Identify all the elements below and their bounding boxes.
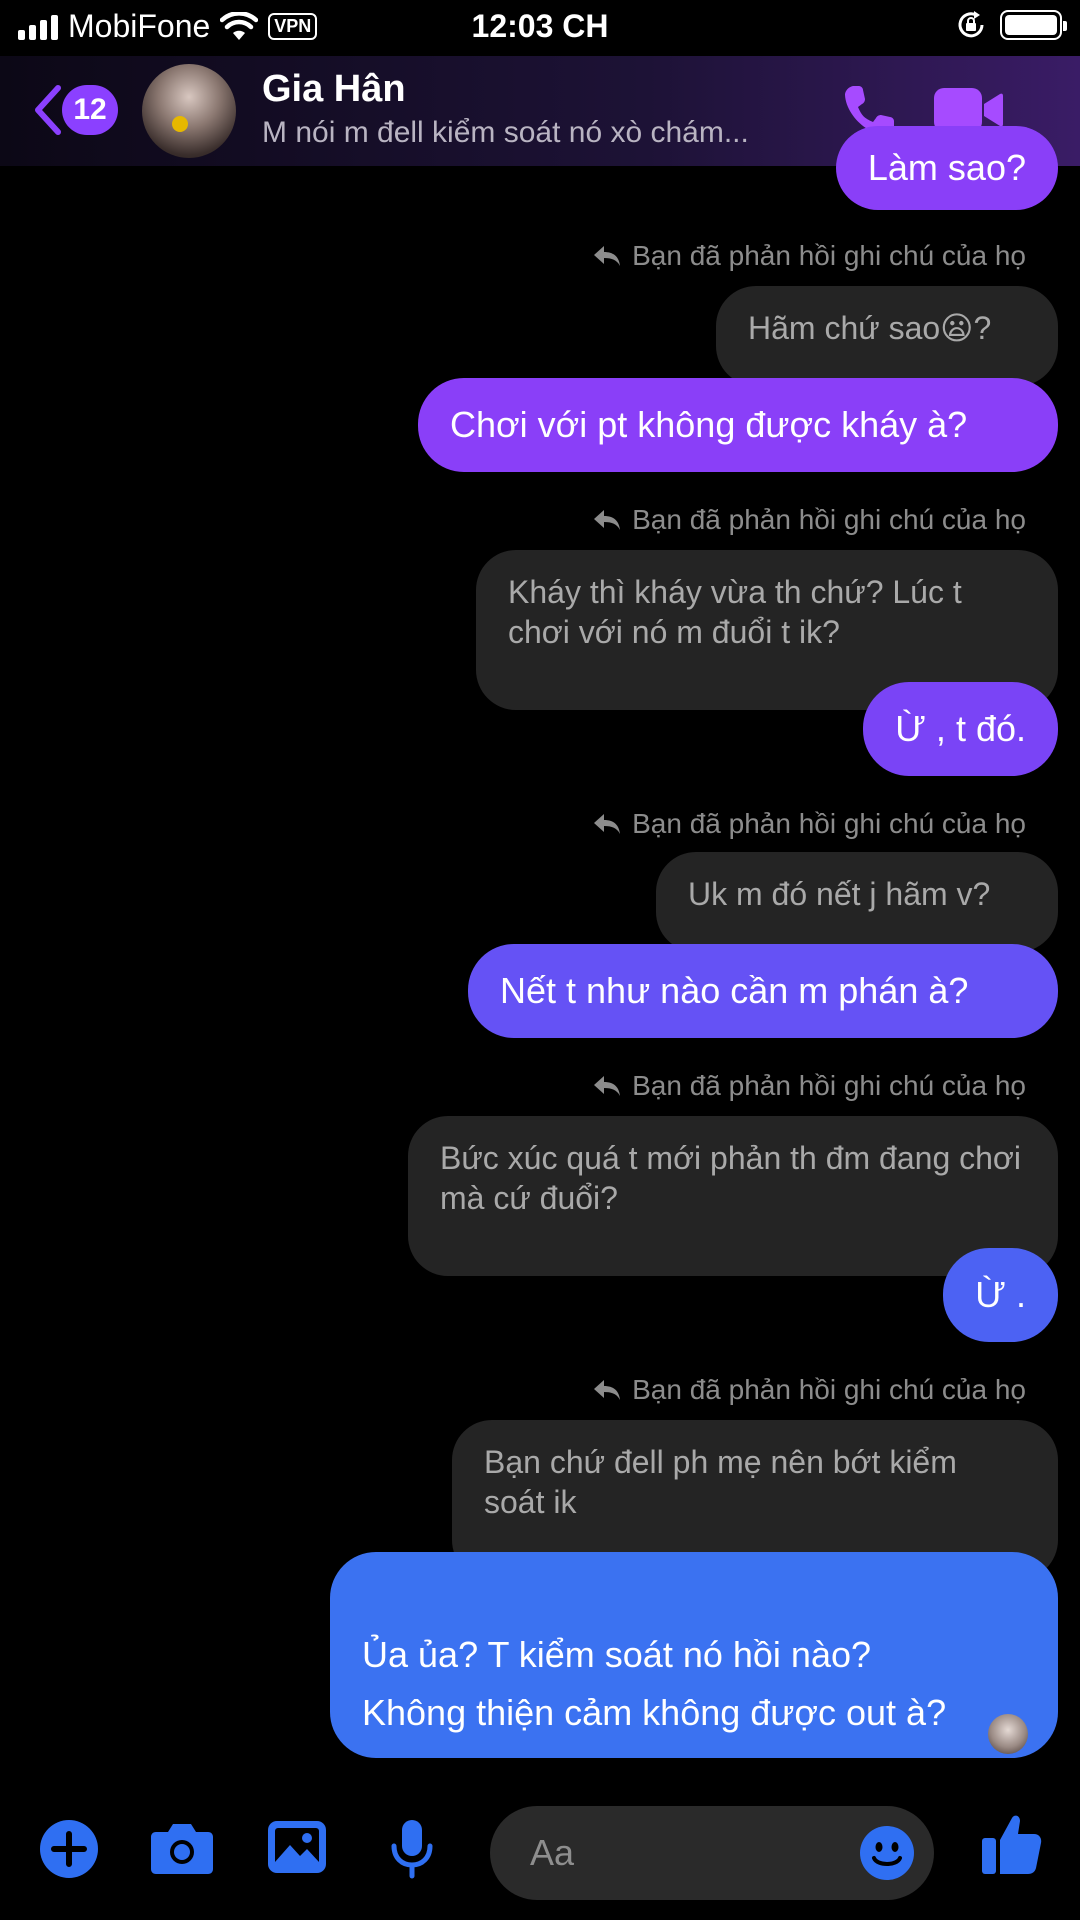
emoji-button[interactable] (858, 1824, 916, 1887)
status-bar: MobiFone VPN 12:03 CH (0, 0, 1080, 56)
quoted-note[interactable]: Uk m đó nết j hãm v? (656, 852, 1058, 952)
reply-arrow-icon (594, 1076, 621, 1096)
message-composer[interactable] (490, 1806, 934, 1900)
reply-note: Bạn đã phản hồi ghi chú của họ (592, 1374, 1026, 1406)
last-message-preview: M nói m đell kiểm soát nó xò chám... (262, 116, 749, 149)
reply-note: Bạn đã phản hồi ghi chú của họ (592, 1070, 1026, 1102)
battery-icon (1000, 10, 1067, 40)
camera-button[interactable] (150, 1818, 214, 1881)
contact-name[interactable]: Gia Hân (262, 68, 406, 111)
like-button[interactable] (980, 1812, 1042, 1881)
sent-message[interactable]: Nết t như nào cần m phán à? (468, 944, 1058, 1038)
sent-message[interactable]: Ừ . (943, 1248, 1058, 1342)
microphone-icon (391, 1820, 433, 1879)
sent-message[interactable]: Làm sao? (835, 126, 1058, 210)
more-actions-button[interactable] (38, 1818, 100, 1885)
smiley-icon (860, 1826, 914, 1880)
camera-icon (151, 1824, 213, 1874)
reply-note: Bạn đã phản hồi ghi chú của họ (592, 240, 1026, 272)
clock: 12:03 CH (471, 8, 609, 44)
sent-message[interactable]: Ừ , t đó. (863, 682, 1058, 776)
back-button[interactable]: 12 (30, 82, 118, 138)
status-right (956, 10, 1067, 40)
message-text: Làm sao? (867, 147, 1026, 188)
reply-arrow-icon (594, 246, 621, 266)
image-icon (268, 1821, 326, 1873)
unread-count-badge: 12 (62, 85, 118, 135)
reply-note: Bạn đã phản hồi ghi chú của họ (592, 808, 1026, 840)
seen-receipt-avatar (988, 1714, 1028, 1754)
reply-arrow-icon (594, 510, 621, 530)
thumbs-up-icon (982, 1815, 1042, 1874)
reply-arrow-icon (594, 1380, 621, 1400)
plus-icon (40, 1820, 98, 1878)
sent-message[interactable]: Ủa ủa? T kiểm soát nó hồi nào? Không thi… (330, 1552, 1058, 1758)
chevron-left-icon (35, 85, 61, 135)
gallery-button[interactable] (266, 1818, 328, 1881)
voice-message-button[interactable] (388, 1818, 436, 1885)
composer-bar (0, 1790, 1080, 1920)
message-input[interactable] (530, 1828, 830, 1878)
reply-note: Bạn đã phản hồi ghi chú của họ (592, 504, 1026, 536)
quoted-note[interactable]: Bức xúc quá t mới phản th đm đang chơi m… (408, 1116, 1058, 1276)
rotation-lock-icon (958, 11, 984, 38)
quoted-note[interactable]: Hãm chứ sao😦? (716, 286, 1058, 386)
reply-arrow-icon (594, 814, 621, 834)
sent-message[interactable]: Chơi với pt không được kháy à? (418, 378, 1058, 472)
message-list: Làm sao? Bạn đã phản hồi ghi chú của họ … (0, 126, 1080, 1790)
contact-avatar[interactable] (142, 64, 236, 158)
